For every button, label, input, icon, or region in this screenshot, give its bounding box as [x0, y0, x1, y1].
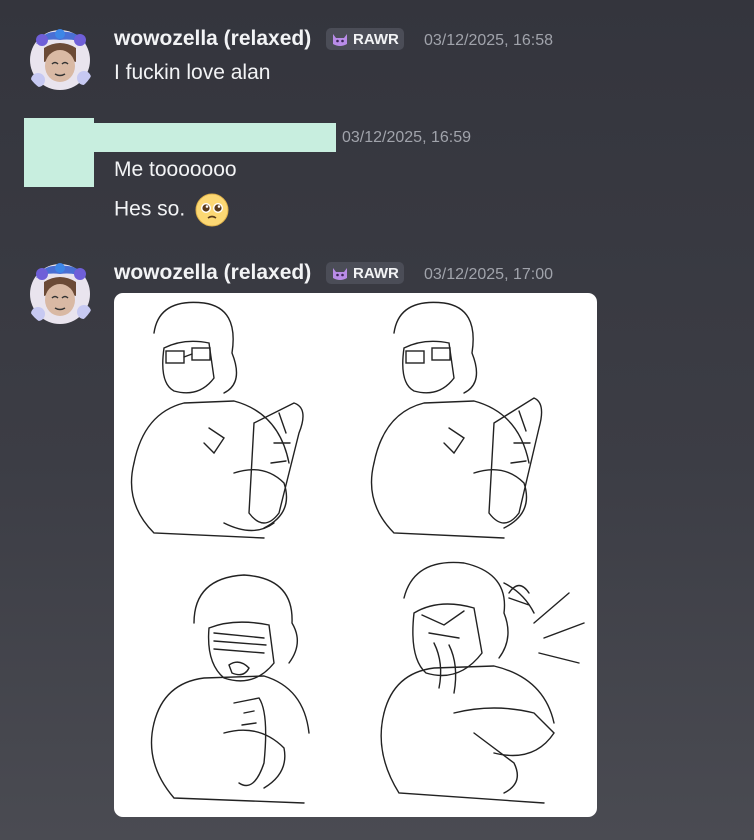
user-avatar[interactable] [24, 22, 96, 94]
redacted-author-name [94, 123, 336, 152]
image-attachment[interactable] [114, 293, 597, 817]
cat-icon [333, 268, 347, 280]
redacted-avatar [24, 118, 94, 187]
author-name[interactable]: wowozella (relaxed) [114, 261, 311, 285]
message-text: Hes so. [114, 197, 186, 221]
author-name[interactable]: wowozella (relaxed) [114, 27, 311, 51]
message-1: wowozella (relaxed) RAWR 03/12/2025, 16:… [0, 0, 754, 110]
role-tag[interactable]: RAWR [326, 28, 404, 50]
role-tag-label: RAWR [353, 30, 399, 48]
sketch-comic-image [130, 301, 585, 804]
message-2: 03/12/2025, 16:59 Me tooooooo Hes so. [0, 110, 754, 240]
role-tag[interactable]: RAWR [326, 262, 404, 284]
cat-icon [333, 34, 347, 46]
message-text-line-2: Hes so. [114, 193, 229, 227]
message-text: Me tooooooo [114, 158, 237, 181]
comic-panel-2 [370, 301, 543, 539]
role-tag-label: RAWR [353, 264, 399, 282]
message-text: I fuckin love alan [114, 61, 271, 84]
timestamp[interactable]: 03/12/2025, 17:00 [424, 266, 553, 284]
pleading-face-emoji[interactable] [195, 193, 229, 227]
timestamp[interactable]: 03/12/2025, 16:58 [424, 32, 553, 50]
comic-panel-1 [130, 301, 304, 539]
comic-panel-4 [380, 561, 585, 804]
comic-panel-3 [150, 574, 310, 804]
user-avatar[interactable] [24, 256, 96, 328]
timestamp[interactable]: 03/12/2025, 16:59 [342, 129, 471, 147]
